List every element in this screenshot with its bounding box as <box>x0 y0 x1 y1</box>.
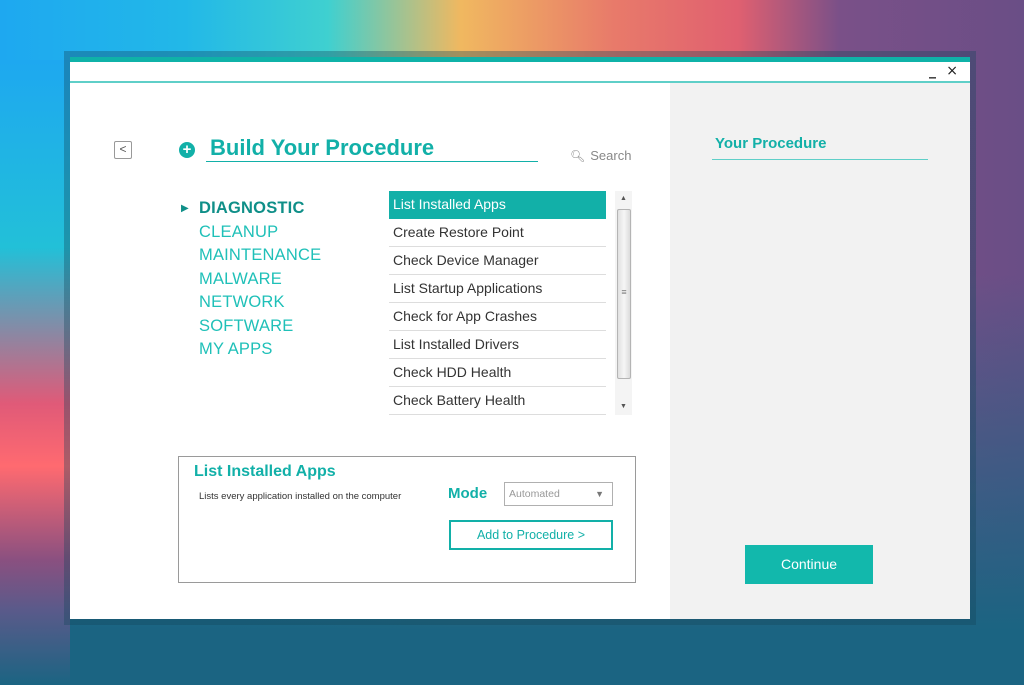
wallpaper-strip <box>0 60 70 685</box>
minimize-button[interactable]: _ <box>929 63 936 79</box>
category-label: MALWARE <box>199 269 282 288</box>
category-label: NETWORK <box>199 293 285 311</box>
scroll-up-arrow-icon[interactable]: ▲ <box>615 191 632 207</box>
plus-circle-icon: + <box>179 142 195 158</box>
category-software[interactable]: SOFTWARE <box>181 315 321 339</box>
app-window: _ × < + Build Your Procedure 🔍︎ Search ▶ … <box>70 57 970 619</box>
scrollbar-thumb[interactable]: ≡ <box>617 209 631 379</box>
caret-right-icon: ▶ <box>181 203 189 214</box>
grip-icon: ≡ <box>621 287 627 297</box>
mode-dropdown[interactable]: Automated ▼ <box>504 482 613 506</box>
chevron-down-icon: ▼ <box>595 489 604 499</box>
task-detail-panel: List Installed Apps Lists every applicat… <box>178 456 636 583</box>
search-button[interactable]: 🔍︎ Search <box>570 148 631 163</box>
title-bar: _ × <box>70 57 970 83</box>
category-label: MAINTENANCE <box>199 246 322 264</box>
task-item[interactable]: Create Restore Point <box>389 219 606 247</box>
procedure-panel <box>670 83 970 619</box>
your-procedure-title: Your Procedure <box>712 135 928 160</box>
task-list: List Installed Apps Create Restore Point… <box>389 191 632 415</box>
category-list: ▶ DIAGNOSTIC CLEANUP MAINTENANCE MALWARE… <box>181 197 321 362</box>
category-label: DIAGNOSTIC <box>199 199 305 217</box>
category-malware[interactable]: MALWARE <box>181 268 321 292</box>
mode-label: Mode <box>448 485 488 502</box>
add-to-procedure-button[interactable]: Add to Procedure > <box>449 520 613 550</box>
search-icon: 🔍︎ <box>570 149 586 163</box>
back-button[interactable]: < <box>114 141 132 159</box>
category-my-apps[interactable]: MY APPS <box>181 338 321 362</box>
category-label: MY APPS <box>199 340 273 358</box>
category-label: SOFTWARE <box>199 316 294 335</box>
task-item[interactable]: Check Battery Health <box>389 387 606 415</box>
category-cleanup[interactable]: CLEANUP <box>181 221 321 245</box>
detail-title: List Installed Apps <box>194 463 336 480</box>
task-item[interactable]: List Installed Drivers <box>389 331 606 359</box>
task-item[interactable]: List Installed Apps <box>389 191 606 219</box>
continue-button[interactable]: Continue <box>745 545 873 584</box>
scroll-down-arrow-icon[interactable]: ▼ <box>615 399 632 415</box>
mode-value: Automated <box>509 488 560 500</box>
category-network[interactable]: NETWORK <box>181 291 321 315</box>
category-maintenance[interactable]: MAINTENANCE <box>181 244 321 268</box>
task-item[interactable]: Check Device Manager <box>389 247 606 275</box>
category-diagnostic[interactable]: ▶ DIAGNOSTIC <box>181 197 321 221</box>
close-button[interactable]: × <box>946 63 958 79</box>
page-title: Build Your Procedure <box>206 135 538 162</box>
category-label: CLEANUP <box>199 222 279 241</box>
task-item[interactable]: Check HDD Health <box>389 359 606 387</box>
task-list-scrollbar[interactable]: ▲ ≡ ▼ <box>615 191 632 415</box>
task-item[interactable]: Check for App Crashes <box>389 303 606 331</box>
search-label: Search <box>590 148 632 163</box>
task-item[interactable]: List Startup Applications <box>389 275 606 303</box>
detail-description: Lists every application installed on the… <box>199 491 402 502</box>
